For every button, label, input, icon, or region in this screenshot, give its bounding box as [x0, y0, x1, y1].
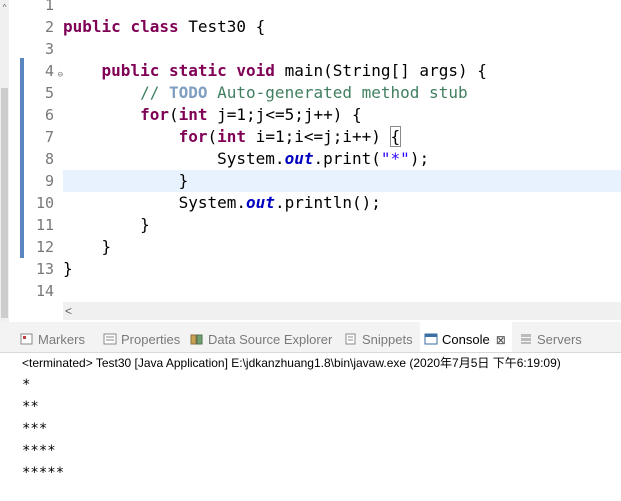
code-editor[interactable]: ^ 1 2 3 4 ⊖ 5 6 7 8 9 10 11 12 13 14 publ…	[0, 0, 621, 322]
code-line[interactable]: }	[63, 236, 621, 258]
code-line[interactable]	[63, 0, 621, 16]
servers-icon	[519, 323, 533, 344]
tab-console[interactable]: Console ⊠	[420, 322, 512, 352]
code-line[interactable]	[63, 280, 621, 302]
bottom-view-panel: Markers Properties Data Source Explorer …	[0, 322, 621, 501]
code-line[interactable]: }	[63, 214, 621, 236]
code-line[interactable]: }	[63, 258, 621, 280]
console-output[interactable]: * ** *** **** *****	[22, 374, 64, 484]
line-number-gutter: 1 2 3 4 ⊖ 5 6 7 8 9 10 11 12 13 14	[30, 0, 63, 302]
code-line[interactable]: public class Test30 {	[63, 16, 621, 38]
scroll-up-icon[interactable]: ^	[0, 2, 9, 14]
tab-label: Servers	[537, 332, 582, 347]
output-line: **	[22, 399, 39, 415]
code-line[interactable]: // TODO Auto-generated method stub	[63, 82, 621, 104]
code-line-current[interactable]: }	[63, 170, 621, 192]
tab-label: Snippets	[362, 332, 413, 347]
tab-label: Properties	[121, 332, 181, 347]
markers-icon	[20, 323, 34, 345]
output-line: ***	[22, 421, 48, 437]
change-marker	[20, 58, 24, 258]
code-area[interactable]: public class Test30 { public static void…	[63, 0, 621, 302]
tab-label: Console	[442, 332, 490, 347]
line-number: 9	[44, 172, 54, 190]
line-number: 6	[44, 106, 54, 124]
scroll-left-icon[interactable]: <	[65, 302, 72, 320]
line-number: 14	[35, 282, 54, 300]
line-number-with-fold: 4 ⊖	[30, 60, 63, 82]
tab-snippets[interactable]: Snippets	[344, 322, 413, 352]
line-number: 11	[35, 216, 54, 234]
data-source-icon	[190, 323, 204, 345]
vertical-scrollbar[interactable]: ^	[0, 0, 9, 322]
output-line: *****	[22, 465, 65, 481]
line-number: 5	[44, 84, 54, 102]
line-number: 3	[44, 40, 54, 58]
console-icon	[424, 323, 438, 345]
scrollbar-thumb[interactable]	[1, 88, 8, 318]
properties-icon	[103, 323, 117, 345]
line-number: 13	[35, 260, 54, 278]
code-line[interactable]: System.out.println();	[63, 192, 621, 214]
tab-markers[interactable]: Markers	[20, 322, 85, 352]
code-line[interactable]: for(int j=1;j<=5;j++) {	[63, 104, 621, 126]
view-tab-bar: Markers Properties Data Source Explorer …	[0, 322, 621, 353]
horizontal-scrollbar[interactable]: <	[63, 302, 621, 320]
output-line: *	[22, 377, 31, 393]
line-number: 8	[44, 150, 54, 168]
code-line[interactable]: for(int i=1;i<=j;i++) {	[63, 126, 621, 148]
console-status: <terminated> Test30 [Java Application] E…	[22, 356, 561, 370]
tab-label: Data Source Explorer	[208, 332, 333, 347]
code-line[interactable]: public static void main(String[] args) {	[63, 60, 621, 82]
line-number: 2	[44, 18, 54, 36]
tab-properties[interactable]: Properties	[103, 322, 180, 352]
code-line[interactable]: System.out.print("*");	[63, 148, 621, 170]
line-number: 12	[35, 238, 54, 256]
tab-data-source-explorer[interactable]: Data Source Explorer	[190, 322, 332, 352]
line-number: 7	[44, 128, 54, 146]
tab-servers[interactable]: Servers	[519, 322, 582, 352]
snippets-icon	[344, 323, 358, 345]
line-number: 10	[35, 194, 54, 212]
close-icon[interactable]: ⊠	[496, 333, 506, 347]
code-line[interactable]	[63, 38, 621, 60]
tab-label: Markers	[38, 332, 85, 347]
line-number: 4	[44, 62, 54, 80]
output-line: ****	[22, 443, 56, 459]
line-number: 1	[44, 0, 54, 14]
